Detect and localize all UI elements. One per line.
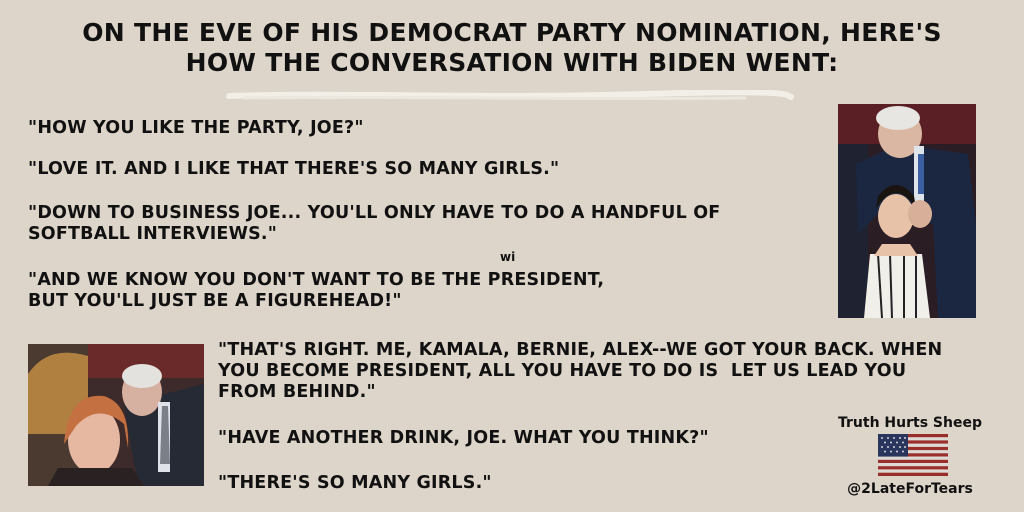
us-flag-icon [878, 434, 948, 476]
page-title: ON THE EVE OF HIS DEMOCRAT PARTY NOMINAT… [0, 18, 1024, 78]
dialogue-line: "DOWN TO BUSINESS JOE... YOU'LL ONLY HAV… [28, 203, 721, 223]
brand-handle: @2LateForTears [847, 481, 973, 497]
title-line-2: HOW THE CONVERSATION WITH BIDEN WENT: [185, 48, 839, 77]
dialogue-line: "HOW YOU LIKE THE PARTY, JOE?" [28, 118, 364, 138]
title-line-1: ON THE EVE OF HIS DEMOCRAT PARTY NOMINAT… [82, 18, 942, 47]
dialogue-line: "THAT'S RIGHT. ME, KAMALA, BERNIE, ALEX-… [218, 340, 943, 360]
photo-biden-girl [838, 104, 976, 318]
dialogue-line: BUT YOU'LL JUST BE A FIGUREHEAD!" [28, 291, 402, 311]
photo-biden-woman [28, 344, 204, 486]
brush-underline [226, 90, 794, 101]
brand-name: Truth Hurts Sheep [838, 415, 982, 431]
stray-text: wi [500, 250, 516, 264]
dialogue-line: "AND WE KNOW YOU DON'T WANT TO BE THE PR… [28, 270, 605, 290]
dialogue-line: "THERE'S SO MANY GIRLS." [218, 473, 492, 493]
dialogue-line: YOU BECOME PRESIDENT, ALL YOU HAVE TO DO… [218, 361, 907, 381]
dialogue-line: "LOVE IT. AND I LIKE THAT THERE'S SO MAN… [28, 159, 560, 179]
dialogue-line: FROM BEHIND." [218, 382, 376, 402]
dialogue-line: "HAVE ANOTHER DRINK, JOE. WHAT YOU THINK… [218, 428, 709, 448]
dialogue-line: SOFTBALL INTERVIEWS." [28, 224, 278, 244]
